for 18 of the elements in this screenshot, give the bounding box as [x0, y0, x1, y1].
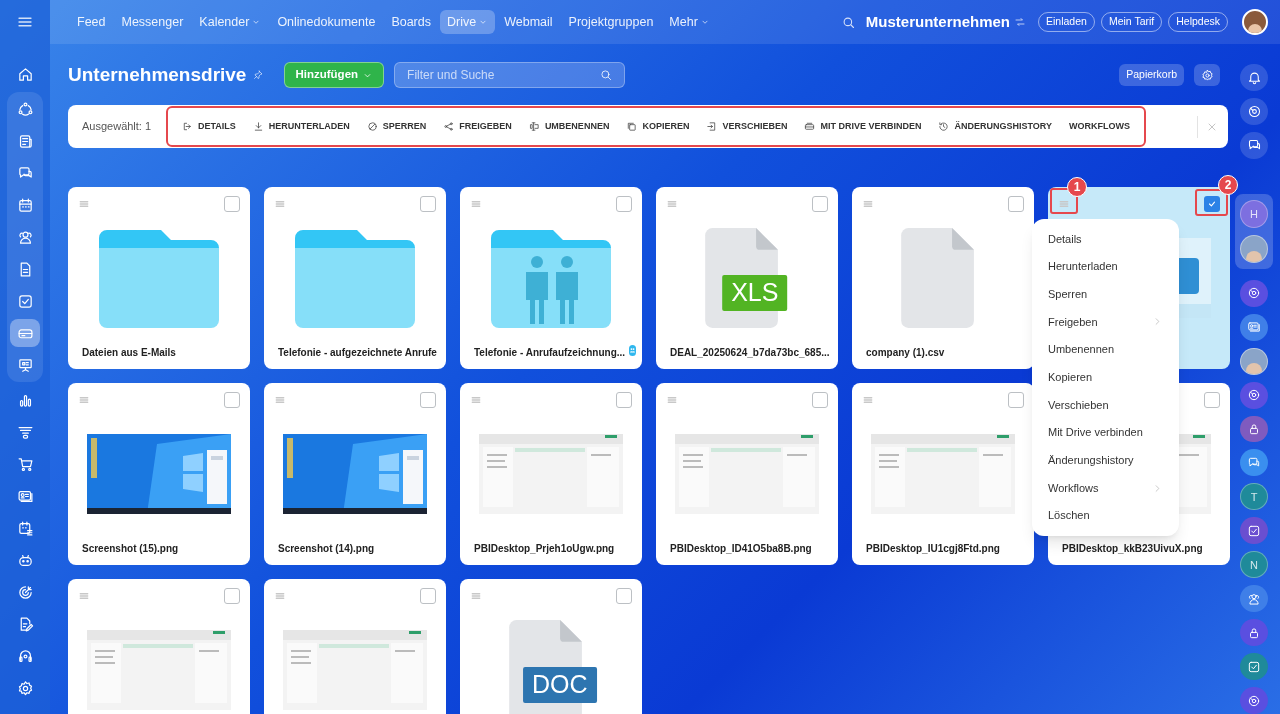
- file-name: PBIDesktop_kkB23UivuX.png: [1062, 542, 1203, 556]
- page-title: Unternehmensdrive: [68, 62, 247, 87]
- file-name: PBIDesktop_ID41O5ba8B.png: [670, 542, 812, 556]
- file-name: Telefonie - Anrufaufzeichnung...: [474, 346, 626, 360]
- file-name: Dateien aus E-Mails: [82, 346, 176, 360]
- file-type-label: DOC: [523, 667, 597, 703]
- selection-count: Ausgewählt: 1: [82, 119, 153, 135]
- file-name: DEAL_20250624_b7da73bc_685...: [670, 346, 830, 360]
- number-badge: 1: [1067, 177, 1087, 197]
- file-name: Screenshot (14).png: [278, 542, 375, 556]
- file-name: PBIDesktop_Prjeh1oUgw.png: [474, 542, 615, 556]
- file-name: PBIDesktop_IU1cgj8Ftd.png: [866, 542, 1000, 556]
- company-name: Musterunternehmen: [865, 11, 1010, 32]
- number-badge: 2: [1218, 175, 1238, 195]
- file-name: Telefonie - aufgezeichnete Anrufe: [278, 346, 437, 360]
- file-name: Screenshot (15).png: [82, 542, 179, 556]
- file-name: company (1).csv: [866, 346, 945, 360]
- file-type-label: XLS: [722, 275, 788, 311]
